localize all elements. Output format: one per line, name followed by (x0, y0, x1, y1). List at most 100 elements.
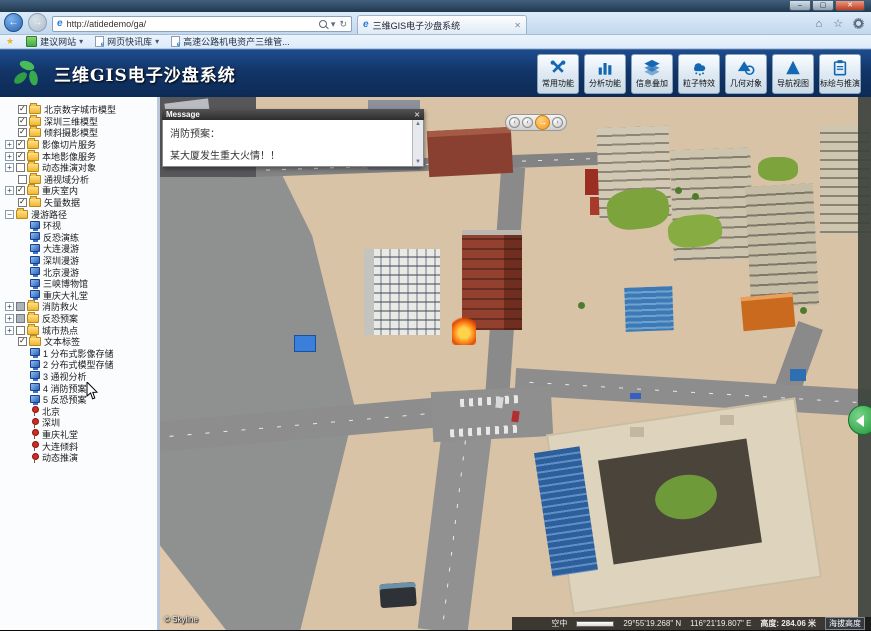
tree-item[interactable]: 深圳三维模型 (3, 116, 155, 128)
minimize-button[interactable]: – (789, 1, 811, 11)
playback-next-button[interactable]: › (552, 117, 563, 128)
tree-item[interactable]: 反恐演练 (3, 232, 155, 244)
favorites-item[interactable]: 网页快讯库▾ (95, 35, 159, 48)
tree-item[interactable]: +本地影像服务 (3, 150, 155, 162)
layer-checkbox[interactable] (16, 302, 25, 311)
tree-item[interactable]: 环视 (3, 220, 155, 232)
map-building (745, 183, 819, 308)
expand-panel-button[interactable] (848, 405, 871, 435)
tree-item[interactable]: 倾斜摄影模型 (3, 127, 155, 139)
layer-checkbox[interactable] (16, 163, 25, 172)
refresh-icon[interactable]: ↻ (339, 19, 347, 30)
forward-button[interactable]: → (28, 13, 47, 32)
playback-stop-button[interactable]: ‹ (522, 117, 533, 128)
tree-item[interactable]: 大连漫游 (3, 243, 155, 255)
expand-icon[interactable]: + (5, 152, 14, 161)
tree-item[interactable]: 5 反恐预案 (3, 394, 155, 406)
layer-checkbox[interactable] (18, 198, 27, 207)
expand-icon[interactable]: + (5, 302, 14, 311)
expand-icon[interactable]: + (5, 163, 14, 172)
tree-item[interactable]: 北京数字城市模型 (3, 104, 155, 116)
scroll-down-icon[interactable]: ▼ (415, 159, 421, 165)
expand-icon[interactable]: + (5, 140, 14, 149)
scroll-up-icon[interactable]: ▲ (415, 121, 421, 127)
tree-item[interactable]: 通视域分析 (3, 174, 155, 186)
expand-icon[interactable]: + (5, 314, 14, 323)
toolbar-button-geometry[interactable]: 几何对象 (725, 54, 767, 94)
message-scrollbar[interactable]: ▲ ▼ (412, 120, 423, 166)
browser-tab[interactable]: e 三维GIS电子沙盘系统 ✕ (357, 15, 527, 34)
expand-icon[interactable]: + (5, 186, 14, 195)
toolbar-button-navigate[interactable]: 导航视图 (772, 54, 814, 94)
tree-item[interactable]: −漫游路径 (3, 208, 155, 220)
tree-item[interactable]: 重庆大礼堂 (3, 290, 155, 302)
tree-item[interactable]: 矢量数据 (3, 197, 155, 209)
playback-prev-button[interactable]: ‹ (509, 117, 520, 128)
layer-checkbox[interactable] (18, 117, 27, 126)
tree-item[interactable]: 4 消防预案 (3, 382, 155, 394)
tree-item[interactable]: +动态推演对象 (3, 162, 155, 174)
tree-item[interactable]: 重庆礼堂 (3, 429, 155, 441)
altitude-mode-selector[interactable]: 海拔高度 (825, 617, 865, 630)
maximize-button[interactable]: ▢ (812, 1, 834, 11)
tree-item[interactable]: +反恐预案 (3, 313, 155, 325)
app-header: 三维GIS电子沙盘系统 常用功能分析功能信息叠加粒子特效几何对象导航视图标绘与推… (0, 49, 871, 97)
collapse-icon[interactable]: − (5, 210, 14, 219)
layer-checkbox[interactable] (18, 175, 27, 184)
tree-item[interactable]: 文本标签 (3, 336, 155, 348)
expand-icon[interactable]: + (5, 326, 14, 335)
layer-checkbox[interactable] (16, 140, 25, 149)
toolbar-button-particles[interactable]: 粒子特效 (678, 54, 720, 94)
back-button[interactable]: ← (4, 13, 23, 32)
tree-item[interactable]: 2 分布式模型存储 (3, 359, 155, 371)
add-favorite-icon[interactable]: ★ (6, 36, 14, 47)
message-popup-titlebar[interactable]: Message ✕ (162, 109, 424, 120)
folder-icon (16, 210, 28, 219)
favorites-bar: ★ 建议网站▾ 网页快讯库▾ 高速公路机电资产三维管... (0, 35, 871, 49)
tab-close-icon[interactable]: ✕ (514, 21, 521, 30)
layer-checkbox[interactable] (16, 314, 25, 323)
layer-checkbox[interactable] (18, 128, 27, 137)
layer-checkbox[interactable] (18, 105, 27, 114)
caret-down-icon[interactable]: ▾ (331, 19, 336, 30)
tree-item[interactable]: +消防救火 (3, 301, 155, 313)
tree-item[interactable]: 北京 (3, 405, 155, 417)
map-tree (578, 302, 585, 309)
tree-item[interactable]: +重庆室内 (3, 185, 155, 197)
tree-item[interactable]: 北京漫游 (3, 266, 155, 278)
layer-checkbox[interactable] (16, 326, 25, 335)
playback-play-button[interactable]: → (535, 115, 550, 130)
close-icon[interactable]: ✕ (414, 111, 420, 119)
map-tree (692, 193, 699, 200)
tree-item[interactable]: 3 通视分析 (3, 371, 155, 383)
site-icon (26, 36, 37, 47)
tree-item[interactable]: 深圳漫游 (3, 255, 155, 267)
favorites-item[interactable]: 建议网站▾ (26, 35, 83, 48)
layer-checkbox[interactable] (18, 337, 27, 346)
toolbar-button-label: 信息叠加 (636, 78, 668, 89)
search-icon[interactable] (319, 20, 327, 28)
layer-checkbox[interactable] (16, 152, 25, 161)
tree-item[interactable]: +城市热点 (3, 324, 155, 336)
layer-checkbox[interactable] (16, 186, 25, 195)
favorites-item[interactable]: 高速公路机电资产三维管... (171, 35, 290, 48)
tree-item[interactable]: 大连倾斜 (3, 440, 155, 452)
tree-item[interactable]: 1 分布式影像存储 (3, 347, 155, 359)
map-vehicle (379, 582, 417, 608)
tree-item[interactable]: 深圳 (3, 417, 155, 429)
ie-favicon: e (57, 19, 63, 29)
map-3d-viewport[interactable]: Message ✕ 消防预案： 某大厦发生重大火情！！ ▲ ▼ ‹ ‹ → › (160, 97, 871, 630)
home-icon[interactable]: ⌂ (815, 18, 822, 30)
toolbar-button-layers[interactable]: 信息叠加 (631, 54, 673, 94)
toolbar-button-plot[interactable]: 标绘与推演 (819, 54, 861, 94)
toolbar-button-chart[interactable]: 分析功能 (584, 54, 626, 94)
gear-icon[interactable] (854, 19, 863, 28)
toolbar-button-tools[interactable]: 常用功能 (537, 54, 579, 94)
tree-item[interactable]: 动态推演 (3, 452, 155, 464)
close-button[interactable]: ✕ (835, 1, 865, 11)
address-bar[interactable]: e http://atidedemo/ga/ ▾ ↻ (52, 16, 352, 32)
tree-item[interactable]: 三峡博物馆 (3, 278, 155, 290)
particles-icon (690, 59, 708, 77)
tree-item[interactable]: +影像切片服务 (3, 139, 155, 151)
favorites-star-icon[interactable]: ☆ (833, 17, 843, 30)
